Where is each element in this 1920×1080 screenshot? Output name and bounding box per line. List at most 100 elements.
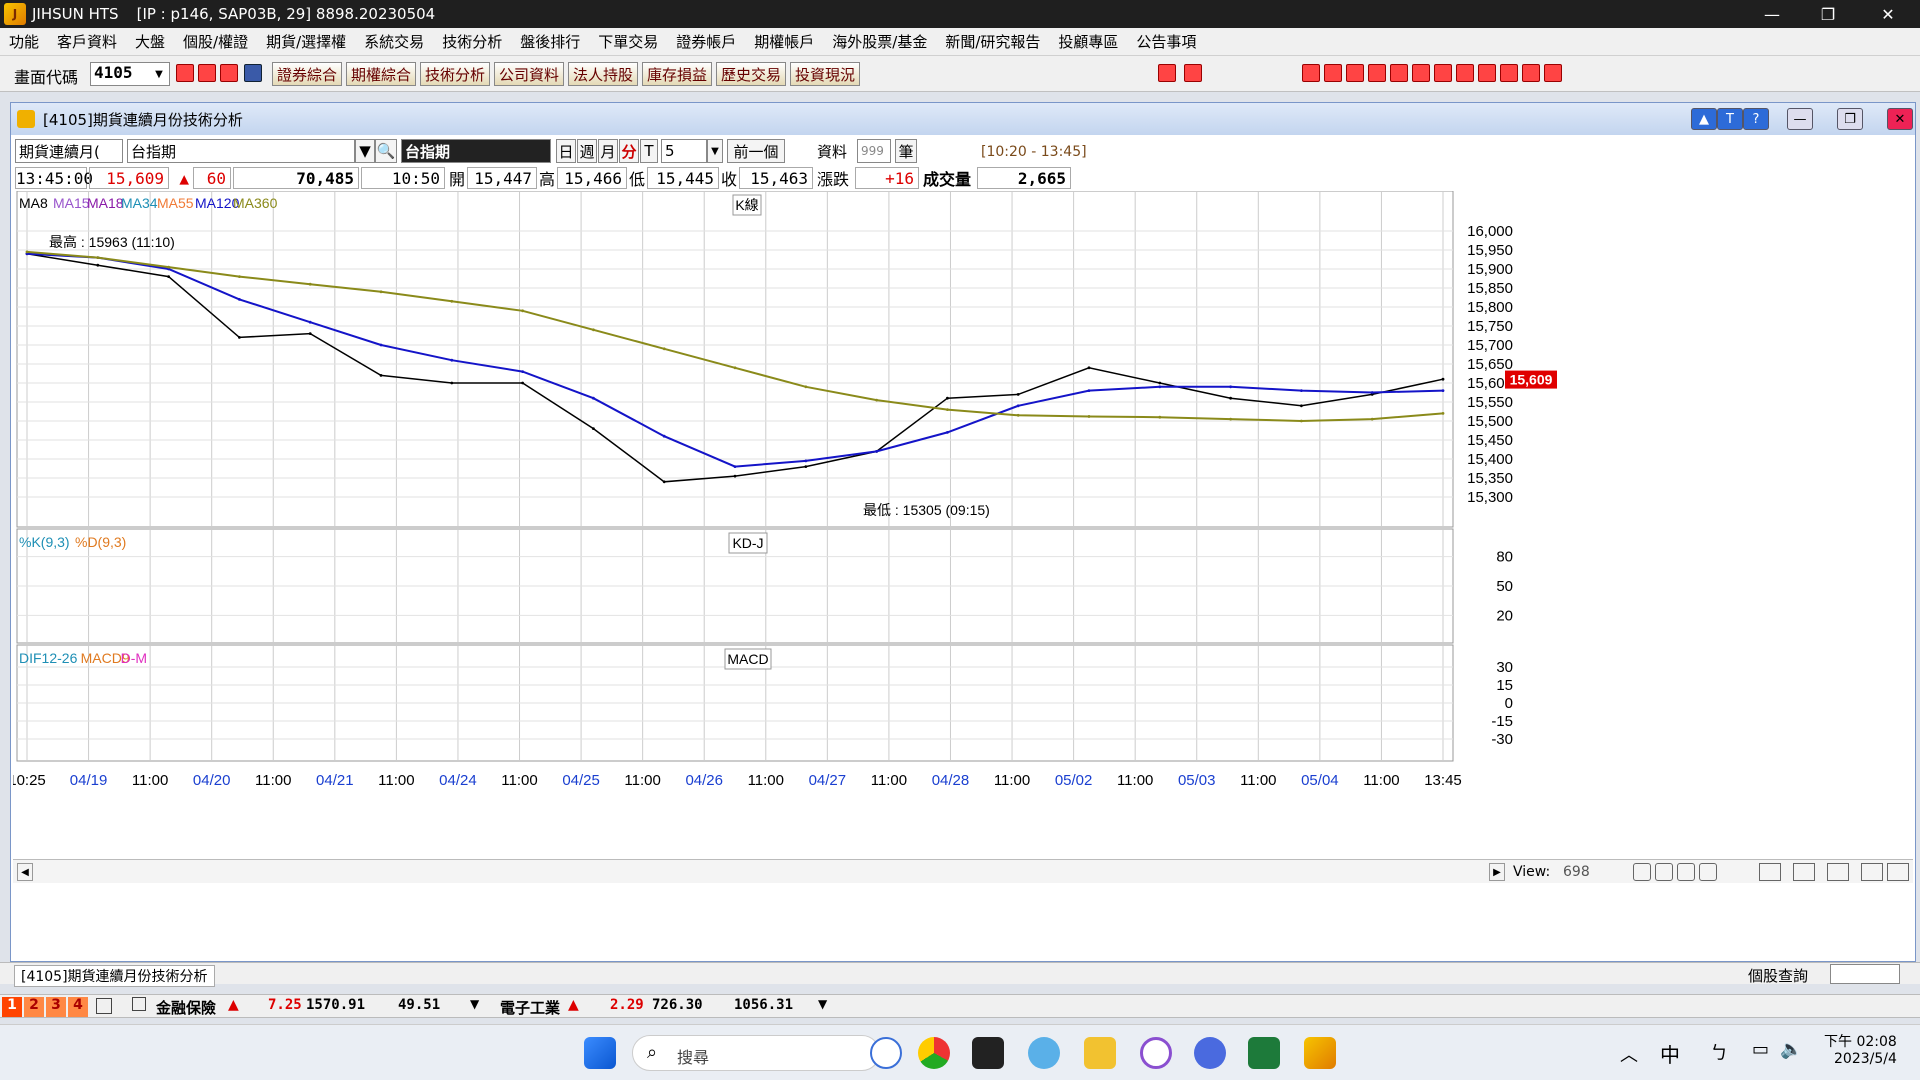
toolbar-button-investment[interactable]: 投資現況 xyxy=(790,62,861,86)
tool-bottom-icon-1[interactable] xyxy=(1633,863,1651,881)
menu-news[interactable]: 新聞/研究報告 xyxy=(936,31,1049,52)
notes-icon[interactable] xyxy=(972,1037,1004,1069)
toolbar-button-options[interactable]: 期權綜合 xyxy=(346,62,417,86)
copy-icon[interactable] xyxy=(1793,863,1815,881)
indicator-icon[interactable] xyxy=(1759,863,1781,881)
draw-icon[interactable] xyxy=(1861,863,1883,881)
search-icon[interactable] xyxy=(176,64,194,82)
interval-select[interactable]: 5 xyxy=(661,139,707,163)
clock-date[interactable]: 2023/5/4 xyxy=(1834,1051,1897,1067)
toolbar-button-history[interactable]: 歷史交易 xyxy=(716,62,787,86)
tool-bottom-icon-2[interactable] xyxy=(1655,863,1673,881)
interval-dropdown-icon[interactable]: ▼ xyxy=(707,139,723,163)
calendar-icon[interactable] xyxy=(198,64,216,82)
unit-button[interactable]: 筆 xyxy=(895,139,917,163)
network-icon[interactable]: ▭ xyxy=(1752,1039,1769,1060)
menu-futures[interactable]: 期貨/選擇權 xyxy=(257,31,355,52)
tool-icon-11[interactable] xyxy=(1522,64,1540,82)
jihsun-app-icon[interactable] xyxy=(1304,1037,1336,1069)
group-3[interactable]: 3 xyxy=(46,997,66,1017)
prev-button[interactable]: 前一個 xyxy=(727,139,785,163)
clock-time[interactable]: 下午 02:08 xyxy=(1824,1031,1897,1051)
scroll-left-icon[interactable]: ◀ xyxy=(17,863,33,881)
ime-indicator[interactable]: 中 xyxy=(1660,1039,1680,1068)
toolbar-button-company[interactable]: 公司資料 xyxy=(494,62,565,86)
maximize-button[interactable]: ❐ xyxy=(1800,0,1856,28)
period-minute[interactable]: 分 xyxy=(619,139,639,163)
magnifier-icon[interactable]: 🔍 xyxy=(375,139,397,163)
scroll-right-icon[interactable]: ▶ xyxy=(1489,863,1505,881)
file-explorer-icon[interactable] xyxy=(1084,1037,1116,1069)
technical-chart[interactable]: MA8 MA15MA18MA34 MA55 MA120MA360 K線最高 : 1596… xyxy=(13,191,1913,859)
app-icon-ring[interactable] xyxy=(1140,1037,1172,1069)
toolbar-button-institutional[interactable]: 法人持股 xyxy=(568,62,639,86)
tool-icon-7[interactable] xyxy=(1434,64,1452,82)
data-count-input[interactable]: 999 xyxy=(857,139,891,163)
period-week[interactable]: 週 xyxy=(577,139,597,163)
group-4[interactable]: 4 xyxy=(68,997,88,1017)
menu-ranking[interactable]: 盤後排行 xyxy=(511,31,589,52)
tool-icon-9[interactable] xyxy=(1478,64,1496,82)
volume-icon[interactable]: 🔈 xyxy=(1780,1039,1802,1060)
tool-icon-4[interactable] xyxy=(1368,64,1386,82)
prev-window-icon[interactable] xyxy=(1158,64,1176,82)
menu-announce[interactable]: 公告事項 xyxy=(1127,31,1205,52)
menu-stock[interactable]: 個股/權證 xyxy=(174,31,257,52)
table-icon[interactable] xyxy=(1827,863,1849,881)
period-tick[interactable]: T xyxy=(640,139,658,163)
bing-icon[interactable] xyxy=(870,1037,902,1069)
tool-icon-6[interactable] xyxy=(1412,64,1430,82)
lock-icon[interactable] xyxy=(96,998,112,1014)
toolbar-button-inventory[interactable]: 庫存損益 xyxy=(642,62,713,86)
upload-icon[interactable]: ▲ xyxy=(1691,108,1717,130)
next-window-icon[interactable] xyxy=(1184,64,1202,82)
windows-start-icon[interactable] xyxy=(584,1037,616,1069)
tool-icon-3[interactable] xyxy=(1346,64,1364,82)
menu-sec-account[interactable]: 證券帳戶 xyxy=(667,31,745,52)
symbol-dropdown-icon[interactable]: ▼ xyxy=(355,139,375,163)
window-close-button[interactable]: ✕ xyxy=(1887,108,1913,130)
dropdown-icon[interactable] xyxy=(244,64,262,82)
menu-fut-account[interactable]: 期權帳戶 xyxy=(745,31,823,52)
window-minimize-button[interactable]: — xyxy=(1787,108,1813,130)
symbol-select[interactable]: 台指期 xyxy=(127,139,355,163)
toolbar-button-securities[interactable]: 證券綜合 xyxy=(272,62,343,86)
chart-icon[interactable] xyxy=(220,64,238,82)
minimize-button[interactable]: — xyxy=(1744,0,1800,28)
close-button[interactable]: ✕ xyxy=(1860,0,1916,28)
menu-order[interactable]: 下單交易 xyxy=(589,31,667,52)
tool-icon-10[interactable] xyxy=(1500,64,1518,82)
app-icon-flask[interactable] xyxy=(1194,1037,1226,1069)
ticker-dropdown-icon-2[interactable]: ▼ xyxy=(818,997,827,1011)
zoom-icon[interactable] xyxy=(1677,863,1695,881)
chevron-down-icon[interactable]: ▼ xyxy=(150,63,168,85)
tool-icon-8[interactable] xyxy=(1456,64,1474,82)
contract-type-select[interactable]: 期貨連續月( xyxy=(15,139,123,163)
tool-icon-1[interactable] xyxy=(1302,64,1320,82)
ticker-checkbox[interactable] xyxy=(132,997,146,1011)
period-day[interactable]: 日 xyxy=(556,139,576,163)
window-tab[interactable]: [4105]期貨連續月份技術分析 xyxy=(14,965,215,987)
help-icon[interactable]: ? xyxy=(1743,108,1769,130)
app-icon-globe[interactable] xyxy=(1028,1037,1060,1069)
menu-market[interactable]: 大盤 xyxy=(126,31,174,52)
refresh-icon[interactable] xyxy=(1699,863,1717,881)
gear-icon[interactable] xyxy=(1887,863,1909,881)
chevron-up-icon[interactable]: ︿ xyxy=(1620,1041,1638,1067)
text-icon[interactable]: T xyxy=(1717,108,1743,130)
window-restore-button[interactable]: ❐ xyxy=(1837,108,1863,130)
tool-icon-12[interactable] xyxy=(1544,64,1562,82)
tool-icon-5[interactable] xyxy=(1390,64,1408,82)
group-2[interactable]: 2 xyxy=(24,997,44,1017)
toolbar-button-tech[interactable]: 技術分析 xyxy=(420,62,491,86)
menu-overseas[interactable]: 海外股票/基金 xyxy=(823,31,936,52)
scroll-bar[interactable]: ◀ ▶ View: 698 xyxy=(13,859,1913,883)
ticker-dropdown-icon-1[interactable]: ▼ xyxy=(470,997,479,1011)
taskbar-search[interactable]: ⌕ 搜尋 xyxy=(632,1035,880,1071)
menu-function[interactable]: 功能 xyxy=(0,31,48,52)
ime-mode-icon[interactable]: ㄅ xyxy=(1710,1039,1728,1065)
menu-advisory[interactable]: 投顧專區 xyxy=(1049,31,1127,52)
stock-query-input[interactable] xyxy=(1830,964,1900,984)
menu-system-trade[interactable]: 系統交易 xyxy=(355,31,433,52)
menu-customer[interactable]: 客戶資料 xyxy=(48,31,126,52)
